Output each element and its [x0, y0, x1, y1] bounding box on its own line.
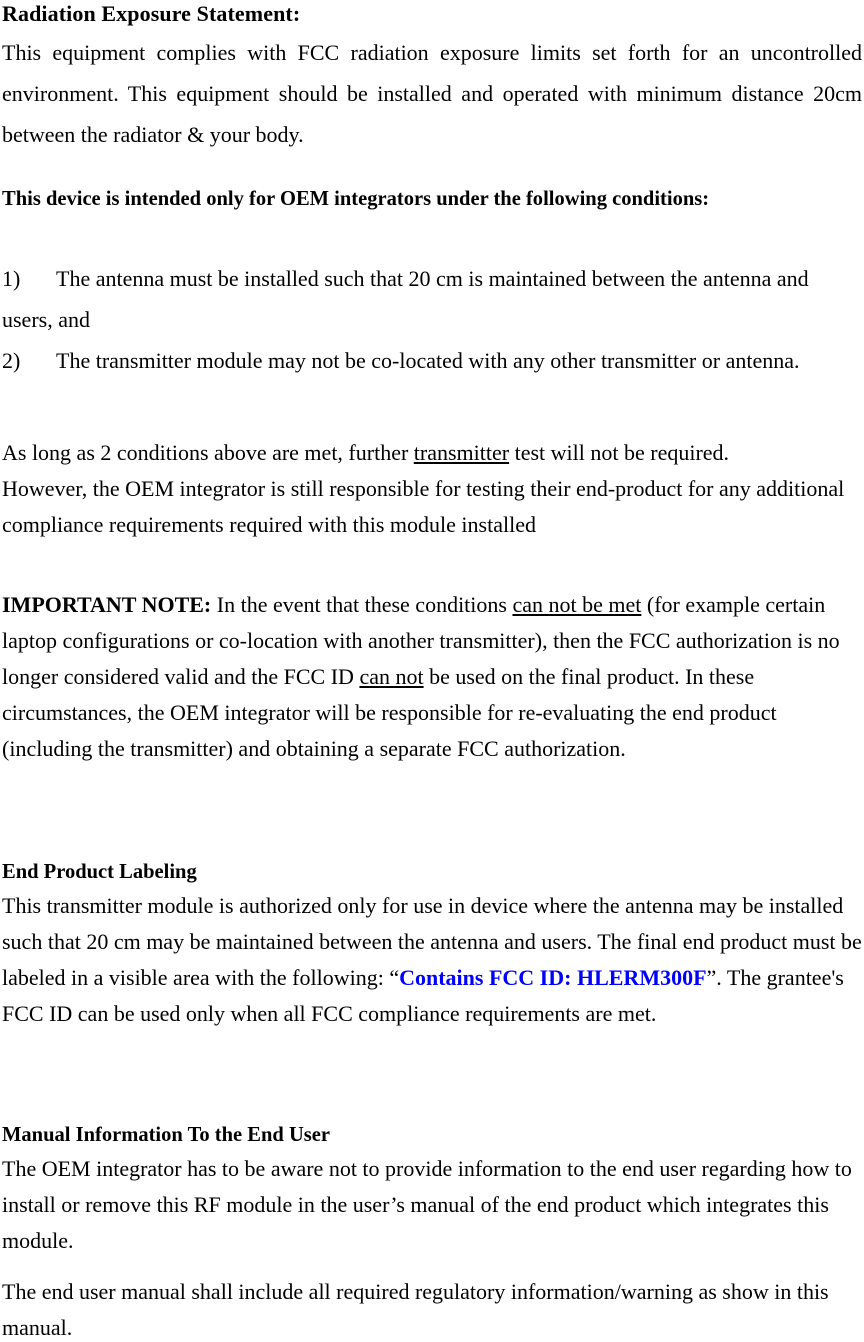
end-product-labeling-body: This transmitter module is authorized on… — [2, 888, 862, 1032]
list-item: 2) The transmitter module may not be co-l… — [2, 340, 862, 381]
section-important-note: IMPORTANT NOTE: In the event that these … — [2, 587, 862, 767]
section-radiation-exposure: Radiation Exposure Statement: This equip… — [2, 0, 862, 155]
radiation-exposure-heading: Radiation Exposure Statement: — [2, 1, 301, 26]
oem-conditions-heading: This device is intended only for OEM int… — [2, 186, 710, 210]
transmitter-underlined-term: transmitter — [413, 440, 510, 465]
conditions-met-suffix: test will not be required. — [509, 440, 730, 465]
conditions-met-line-1: As long as 2 conditions above are met, f… — [2, 435, 862, 471]
document-page: Radiation Exposure Statement: This equip… — [0, 0, 864, 1342]
fcc-id-value: HLERM300F — [576, 965, 707, 990]
radiation-exposure-body: This equipment complies with FCC radiati… — [2, 40, 862, 147]
important-note-part-1: In the event that these conditions — [211, 592, 513, 617]
section-end-product-labeling: End Product Labeling This transmitter mo… — [2, 858, 862, 1032]
conditions-met-line-2: However, the OEM integrator is still res… — [2, 476, 845, 537]
list-item: 1) The antenna must be installed such tha… — [2, 258, 862, 340]
important-note-label: IMPORTANT NOTE: — [2, 592, 212, 617]
can-not-underlined-term: can not — [359, 664, 424, 689]
section-manual-information: Manual Information To the End User The O… — [2, 1121, 862, 1342]
manual-information-paragraph-2: The end user manual shall include all re… — [2, 1279, 829, 1340]
end-product-labeling-heading: End Product Labeling — [2, 859, 197, 883]
manual-information-paragraph-1: The OEM integrator has to be aware not t… — [2, 1156, 852, 1253]
section-oem-conditions: This device is intended only for OEM int… — [2, 185, 862, 211]
conditions-met-prefix: As long as 2 conditions above are met, f… — [2, 440, 414, 465]
list-item-text: The transmitter module may not be co-loc… — [56, 348, 800, 373]
list-item-text: The antenna must be installed such that … — [2, 266, 809, 332]
can-not-be-met-underlined-term: can not be met — [512, 592, 642, 617]
section-conditions-met: As long as 2 conditions above are met, f… — [2, 435, 862, 543]
manual-information-heading: Manual Information To the End User — [2, 1122, 331, 1146]
contains-fcc-id-label: Contains FCC ID: — [399, 965, 572, 990]
list-item-number: 1) — [2, 266, 21, 291]
oem-condition-list: 1) The antenna must be installed such tha… — [2, 258, 862, 381]
important-note-paragraph: IMPORTANT NOTE: In the event that these … — [2, 587, 862, 767]
list-item-number: 2) — [2, 348, 21, 373]
